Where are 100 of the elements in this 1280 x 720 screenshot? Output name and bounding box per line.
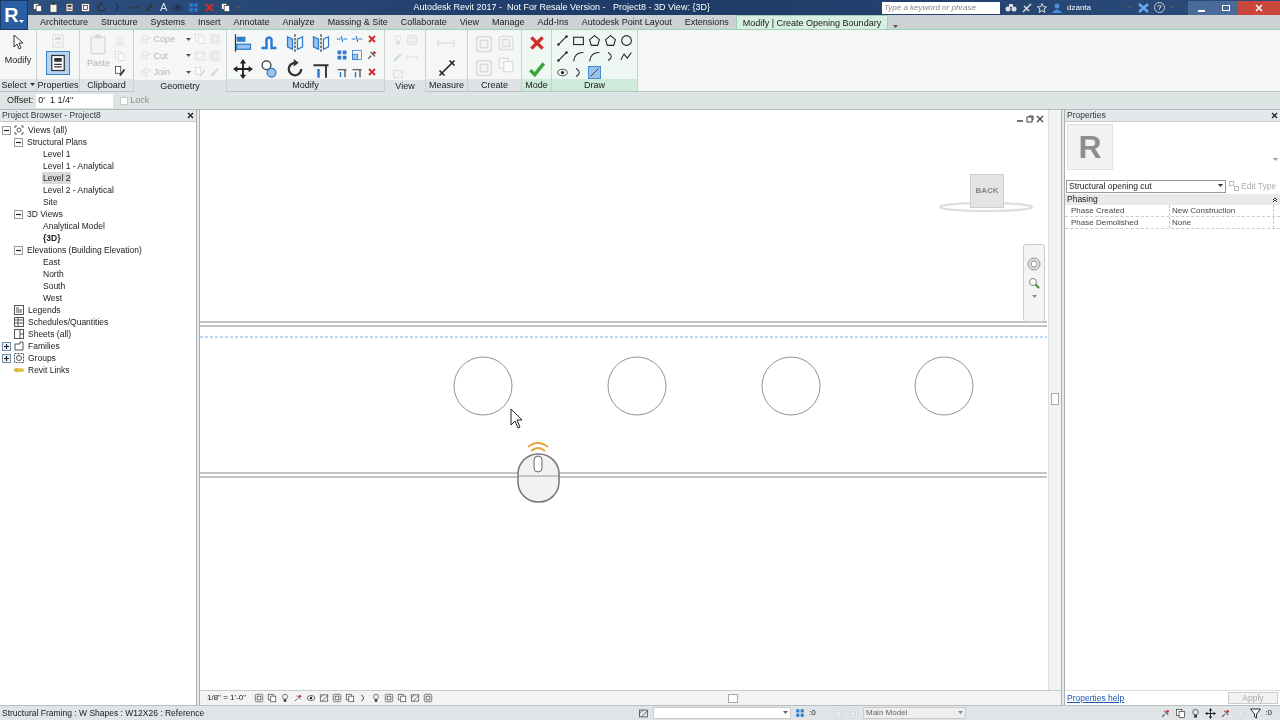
circle-icon[interactable] (620, 34, 633, 47)
move-icon[interactable] (1205, 707, 1217, 719)
pick-line-icon[interactable] (588, 66, 601, 79)
tree-item[interactable]: 3D Views (26, 207, 64, 221)
copy-icon[interactable] (267, 693, 277, 703)
ribbon-tab[interactable]: Architecture (34, 15, 95, 29)
tree-item[interactable]: West (42, 291, 64, 305)
hatch-icon[interactable] (638, 707, 649, 719)
move-icon[interactable] (233, 59, 253, 79)
bulb-icon[interactable] (280, 693, 290, 703)
tree-item[interactable]: Analytical Model (42, 219, 106, 233)
dropdown-arrow-icon[interactable] (783, 711, 788, 715)
collapse-toggle-icon[interactable] (14, 137, 23, 147)
tree-item[interactable]: Elevations (Building Elevation) (26, 243, 143, 257)
bulb-icon[interactable] (1190, 707, 1202, 719)
copy-icon[interactable] (220, 2, 232, 13)
copy-icon[interactable] (1175, 707, 1187, 719)
array-icon[interactable] (795, 708, 805, 718)
properties-button[interactable] (46, 51, 70, 75)
pentagon-icon[interactable] (604, 34, 617, 47)
dropdown-arrow-icon[interactable] (29, 83, 35, 87)
text-tool[interactable]: A (160, 2, 168, 13)
property-value[interactable]: None (1170, 217, 1274, 228)
cancel-icon[interactable] (366, 65, 378, 78)
user-name[interactable]: dzanta (1067, 1, 1123, 14)
tree-item[interactable]: Sheets (all) (27, 327, 72, 341)
pentagon-icon[interactable] (588, 34, 601, 47)
tree-item[interactable]: South (42, 279, 67, 293)
dropdown-arrow-icon[interactable] (185, 70, 191, 75)
ribbon-tab[interactable]: Structure (95, 15, 144, 29)
arc-icon[interactable] (572, 50, 585, 63)
type-selector[interactable]: Structural opening cut (1066, 179, 1226, 193)
collapse-toggle-icon[interactable] (2, 125, 11, 135)
steering-wheel-icon[interactable] (1027, 257, 1041, 271)
property-value[interactable]: New Construction (1170, 205, 1274, 216)
ribbon-tab[interactable]: Collaborate (394, 15, 453, 29)
tree-item[interactable]: Schedules/Quantities (27, 315, 110, 329)
tree-item[interactable]: Level 1 (42, 147, 72, 161)
eye-icon[interactable] (306, 693, 316, 703)
app-menu-button[interactable]: R (0, 0, 28, 30)
ribbon-button[interactable]: Modify (4, 54, 32, 68)
brush-icon[interactable] (114, 65, 126, 77)
ribbon-tab[interactable]: Manage (486, 15, 531, 29)
tree-item[interactable]: Families (27, 339, 61, 353)
array-icon[interactable] (336, 49, 348, 62)
star-icon[interactable] (1037, 2, 1047, 13)
expand-toggle-icon[interactable] (2, 353, 11, 363)
category-header[interactable]: Phasing (1067, 193, 1098, 206)
line-icon[interactable] (556, 34, 569, 47)
tree-item[interactable]: Site (42, 195, 59, 209)
search-field[interactable]: Type a keyword or phrase (882, 1, 1000, 14)
filter-icon[interactable] (1250, 707, 1262, 719)
component-icon[interactable] (254, 693, 264, 703)
dropdown-arrow-icon[interactable] (1218, 184, 1223, 188)
design-option-field[interactable]: Main Model (863, 707, 966, 719)
cancel-icon[interactable] (366, 33, 378, 45)
tree-item[interactable]: Revit Links (27, 363, 71, 377)
pin-icon[interactable] (293, 693, 303, 703)
component-icon[interactable] (80, 2, 91, 13)
rotate-icon[interactable] (285, 59, 305, 79)
binoculars-icon[interactable] (1005, 2, 1017, 13)
tree-item[interactable]: Level 2 - Analytical (42, 183, 115, 197)
offset-field[interactable]: 0' 1 1/4" (36, 93, 114, 108)
component-icon[interactable] (332, 693, 342, 703)
sketch-circle[interactable] (453, 356, 513, 416)
ribbon-tab[interactable]: Analyze (276, 15, 321, 29)
restore-icon[interactable] (1026, 115, 1034, 123)
tree-item[interactable]: Level 2 (42, 171, 72, 185)
collapse-icon[interactable] (1272, 196, 1278, 203)
cancel-icon[interactable] (527, 34, 546, 52)
ribbon-tab[interactable]: View (453, 15, 486, 29)
properties-help-link[interactable]: Properties help (1067, 691, 1125, 705)
ribbon-tab[interactable]: Insert (192, 15, 227, 29)
tree-item[interactable]: East (42, 255, 61, 269)
copy-circles-icon[interactable] (259, 59, 279, 79)
copy-icon[interactable] (32, 2, 43, 13)
copy-icon[interactable] (397, 693, 407, 703)
tree-item[interactable]: Groups (27, 351, 57, 365)
pin-icon[interactable] (366, 49, 378, 62)
workset-field[interactable] (653, 707, 791, 719)
hatch-icon[interactable] (319, 693, 329, 703)
ribbon-tab[interactable]: Add-Ins (531, 15, 575, 29)
zoom-icon[interactable] (1028, 277, 1040, 289)
pin-icon[interactable] (1160, 707, 1172, 719)
user-icon[interactable] (1052, 2, 1062, 13)
pin-icon[interactable] (1220, 707, 1232, 719)
tree-item[interactable]: Level 1 - Analytical (42, 159, 115, 173)
rectangle-icon[interactable] (572, 34, 585, 47)
close-icon[interactable] (187, 112, 194, 119)
dimension-icon[interactable] (436, 58, 457, 78)
arc-icon[interactable] (588, 50, 601, 63)
eye-icon[interactable] (556, 66, 569, 79)
hatch-icon[interactable] (410, 693, 420, 703)
minimize-button[interactable] (1188, 0, 1214, 15)
tree-item[interactable]: {3D} (42, 231, 62, 245)
ribbon-tab[interactable]: Autodesk Point Layout (575, 15, 678, 29)
maximize-button[interactable] (1214, 0, 1238, 15)
dropdown-arrow-icon[interactable] (185, 54, 191, 59)
expand-toggle-icon[interactable] (2, 341, 11, 351)
split-icon[interactable] (336, 33, 348, 45)
